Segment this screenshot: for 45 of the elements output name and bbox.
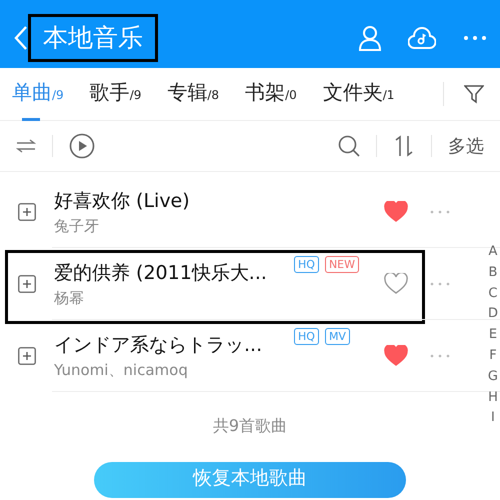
add-icon[interactable]	[18, 203, 36, 221]
song-title: 好喜欢你 (Live)	[54, 188, 191, 214]
more-icon[interactable]	[430, 210, 450, 214]
tab[interactable]: 文件夹/1	[322, 68, 394, 120]
index-letter[interactable]: H	[488, 388, 498, 408]
artist-name: Yunomi、nicamoq	[54, 360, 189, 381]
back-icon[interactable]	[14, 25, 28, 51]
index-letter[interactable]: C	[488, 284, 498, 304]
tag: HQ	[294, 256, 319, 273]
song-count: 共9首歌曲	[212, 415, 288, 437]
index-letter[interactable]: D	[488, 304, 498, 326]
add-icon[interactable]	[18, 347, 36, 365]
index-letter[interactable]: F	[489, 346, 497, 367]
index-letter[interactable]: B	[488, 262, 498, 284]
heart-icon[interactable]	[384, 201, 408, 223]
index-letter[interactable]: E	[488, 325, 498, 346]
song-title: 爱的供养 (2011快乐大...	[54, 260, 268, 286]
page-title: 本地音乐	[28, 14, 158, 62]
tag: HQ	[294, 328, 319, 345]
filter-icon[interactable]	[464, 84, 484, 104]
play-icon[interactable]	[69, 133, 95, 159]
index-letter[interactable]: G	[488, 366, 498, 388]
search-icon[interactable]	[338, 135, 360, 157]
multi-select-button[interactable]: 多选	[448, 132, 484, 160]
tab[interactable]: 歌手/9	[90, 68, 142, 120]
add-icon[interactable]	[18, 275, 36, 293]
tag: NEW	[324, 256, 359, 273]
artist-name: 杨幂	[54, 288, 85, 309]
sort-icon[interactable]	[393, 135, 415, 157]
tab[interactable]: 单曲/9	[12, 68, 64, 120]
person-icon[interactable]	[358, 25, 382, 51]
song-title: インドア系ならトラッ...	[54, 332, 264, 358]
artist-name: 兔子牙	[54, 216, 100, 237]
index-letter[interactable]: I	[491, 408, 495, 430]
tag: MV	[324, 328, 350, 345]
shuffle-icon[interactable]	[16, 139, 36, 153]
heart-icon[interactable]	[384, 273, 408, 295]
cloud-music-icon[interactable]	[408, 26, 436, 50]
heart-icon[interactable]	[384, 345, 408, 367]
tab[interactable]: 专辑/8	[167, 68, 220, 120]
more-icon[interactable]	[464, 36, 486, 40]
more-icon[interactable]	[430, 354, 450, 358]
more-icon[interactable]	[430, 282, 450, 286]
tab[interactable]: 书架/0	[245, 68, 297, 120]
index-letter[interactable]: A	[488, 242, 498, 263]
